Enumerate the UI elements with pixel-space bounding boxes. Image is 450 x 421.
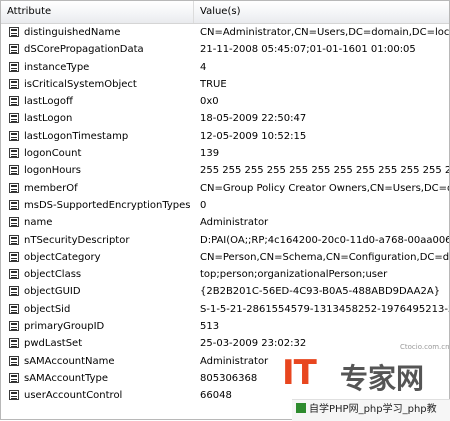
- attribute-property-icon: [9, 217, 19, 228]
- column-header-values[interactable]: Value(s): [194, 1, 449, 23]
- attribute-row[interactable]: nTSecurityDescriptor D:PAI(OA;;RP;4c16420…: [1, 232, 449, 249]
- attribute-value: CN=Person,CN=Schema,CN=Configuration,DC=…: [200, 251, 450, 263]
- attribute-name: primaryGroupID: [24, 321, 105, 333]
- attribute-property-icon: [9, 251, 19, 262]
- attribute-value: top;person;organizationalPerson;user: [200, 269, 388, 281]
- attribute-row[interactable]: distinguishedName CN=Administrator,CN=Use…: [1, 24, 449, 41]
- site-favicon-icon: [296, 403, 306, 413]
- attribute-value: CN=Administrator,CN=Users,DC=domain,DC=l…: [200, 27, 450, 38]
- attribute-name: instanceType: [24, 61, 90, 73]
- attribute-name: sAMAccountName: [24, 355, 115, 367]
- attribute-property-icon: [9, 61, 19, 72]
- attribute-value: 139: [200, 148, 220, 160]
- attribute-name: logonCount: [24, 148, 82, 160]
- attribute-row[interactable]: objectGUID {2B2B201C-56ED-4C93-B0A5-488AB…: [1, 283, 449, 300]
- attribute-name: name: [24, 217, 53, 229]
- attribute-row[interactable]: objectCategory CN=Person,CN=Schema,CN=Con…: [1, 249, 449, 266]
- attribute-name: userAccountControl: [24, 390, 123, 402]
- attribute-property-icon: [9, 338, 19, 349]
- attribute-value: TRUE: [200, 78, 227, 90]
- attribute-row[interactable]: instanceType 4: [1, 59, 449, 76]
- attribute-value: 18-05-2009 22:50:47: [200, 113, 307, 125]
- attribute-row[interactable]: name Administrator: [1, 214, 449, 231]
- attribute-name: logonHours: [24, 165, 81, 177]
- attribute-row[interactable]: objectSid S-1-5-21-2861554579-1313458252-…: [1, 301, 449, 318]
- attribute-property-icon: [9, 182, 19, 193]
- attribute-name: lastLogoff: [24, 96, 73, 108]
- attribute-value: Administrator: [200, 217, 269, 229]
- attribute-value: 513: [200, 321, 220, 333]
- attribute-property-icon: [9, 269, 19, 280]
- attribute-property-icon: [9, 44, 19, 55]
- attribute-value: D:PAI(OA;;RP;4c164200-20c0-11d0-a768-00a…: [200, 234, 450, 246]
- attribute-property-icon: [9, 390, 19, 401]
- attribute-rows: distinguishedName CN=Administrator,CN=Use…: [1, 24, 449, 405]
- footer-tab[interactable]: 自学PHP网_php学习_php教: [292, 399, 450, 421]
- attribute-property-icon: [9, 130, 19, 141]
- attribute-name: memberOf: [24, 182, 78, 194]
- attribute-name: isCriticalSystemObject: [24, 78, 137, 90]
- attribute-property-icon: [9, 78, 19, 89]
- attribute-value: 255 255 255 255 255 255 255 255 255 255 …: [200, 165, 450, 177]
- attribute-row[interactable]: lastLogoff 0x0: [1, 93, 449, 110]
- attribute-property-icon: [9, 96, 19, 107]
- attribute-property-icon: [9, 113, 19, 124]
- attribute-name: lastLogonTimestamp: [24, 130, 129, 142]
- attribute-property-icon: [9, 372, 19, 383]
- list-header: Attribute Value(s): [1, 1, 449, 24]
- attribute-row[interactable]: primaryGroupID 513: [1, 318, 449, 335]
- attribute-name: objectCategory: [24, 251, 101, 263]
- attribute-name: pwdLastSet: [24, 338, 83, 350]
- attribute-row[interactable]: lastLogon 18-05-2009 22:50:47: [1, 110, 449, 127]
- attribute-value: 4: [200, 61, 207, 73]
- attribute-name: objectSid: [24, 303, 71, 315]
- attribute-name: objectGUID: [24, 286, 81, 298]
- attribute-row[interactable]: lastLogonTimestamp 12-05-2009 10:52:15: [1, 128, 449, 145]
- attribute-row[interactable]: logonCount 139: [1, 145, 449, 162]
- attribute-name: distinguishedName: [24, 27, 121, 38]
- attribute-name: nTSecurityDescriptor: [24, 234, 130, 246]
- attribute-property-icon: [9, 303, 19, 314]
- attribute-value: {2B2B201C-56ED-4C93-B0A5-488ABD9DAA2A}: [200, 286, 441, 298]
- it-expert-watermark-logo: Ctocio.com.cn IT 专家网: [282, 343, 450, 399]
- attribute-name: lastLogon: [24, 113, 73, 125]
- attribute-value: CN=Group Policy Creator Owners,CN=Users,…: [200, 182, 450, 194]
- column-header-attribute[interactable]: Attribute: [1, 1, 194, 23]
- attribute-property-icon: [9, 355, 19, 366]
- watermark-site-text: Ctocio.com.cn: [400, 343, 450, 351]
- attribute-row[interactable]: msDS-SupportedEncryptionTypes 0: [1, 197, 449, 214]
- attribute-value: 12-05-2009 10:52:15: [200, 130, 307, 142]
- attribute-property-icon: [9, 148, 19, 159]
- attribute-property-icon: [9, 321, 19, 332]
- attribute-row[interactable]: dSCorePropagationData 21-11-2008 05:45:07…: [1, 41, 449, 58]
- attribute-property-icon: [9, 27, 19, 37]
- attribute-value: 21-11-2008 05:45:07;01-01-1601 01:00:05: [200, 44, 416, 56]
- attribute-property-icon: [9, 286, 19, 297]
- footer-tab-label: 自学PHP网_php学习_php教: [309, 404, 437, 415]
- attribute-value: S-1-5-21-2861554579-1313458252-197649521…: [200, 303, 450, 315]
- attribute-name: msDS-SupportedEncryptionTypes: [24, 199, 191, 211]
- watermark-cn-text: 专家网: [340, 362, 425, 395]
- attribute-property-icon: [9, 234, 19, 245]
- attribute-name: objectClass: [24, 269, 82, 281]
- attribute-value: 0x0: [200, 96, 219, 108]
- watermark-it-text: IT: [282, 353, 317, 393]
- attribute-property-icon: [9, 165, 19, 176]
- attribute-property-icon: [9, 199, 19, 210]
- attribute-row[interactable]: logonHours 255 255 255 255 255 255 255 25…: [1, 162, 449, 179]
- attribute-name: dSCorePropagationData: [24, 44, 144, 56]
- attribute-row[interactable]: memberOf CN=Group Policy Creator Owners,C…: [1, 180, 449, 197]
- attribute-value: 0: [200, 199, 207, 211]
- attribute-row[interactable]: objectClass top;person;organizationalPers…: [1, 266, 449, 283]
- attribute-row[interactable]: isCriticalSystemObject TRUE: [1, 76, 449, 93]
- attribute-name: sAMAccountType: [24, 372, 109, 384]
